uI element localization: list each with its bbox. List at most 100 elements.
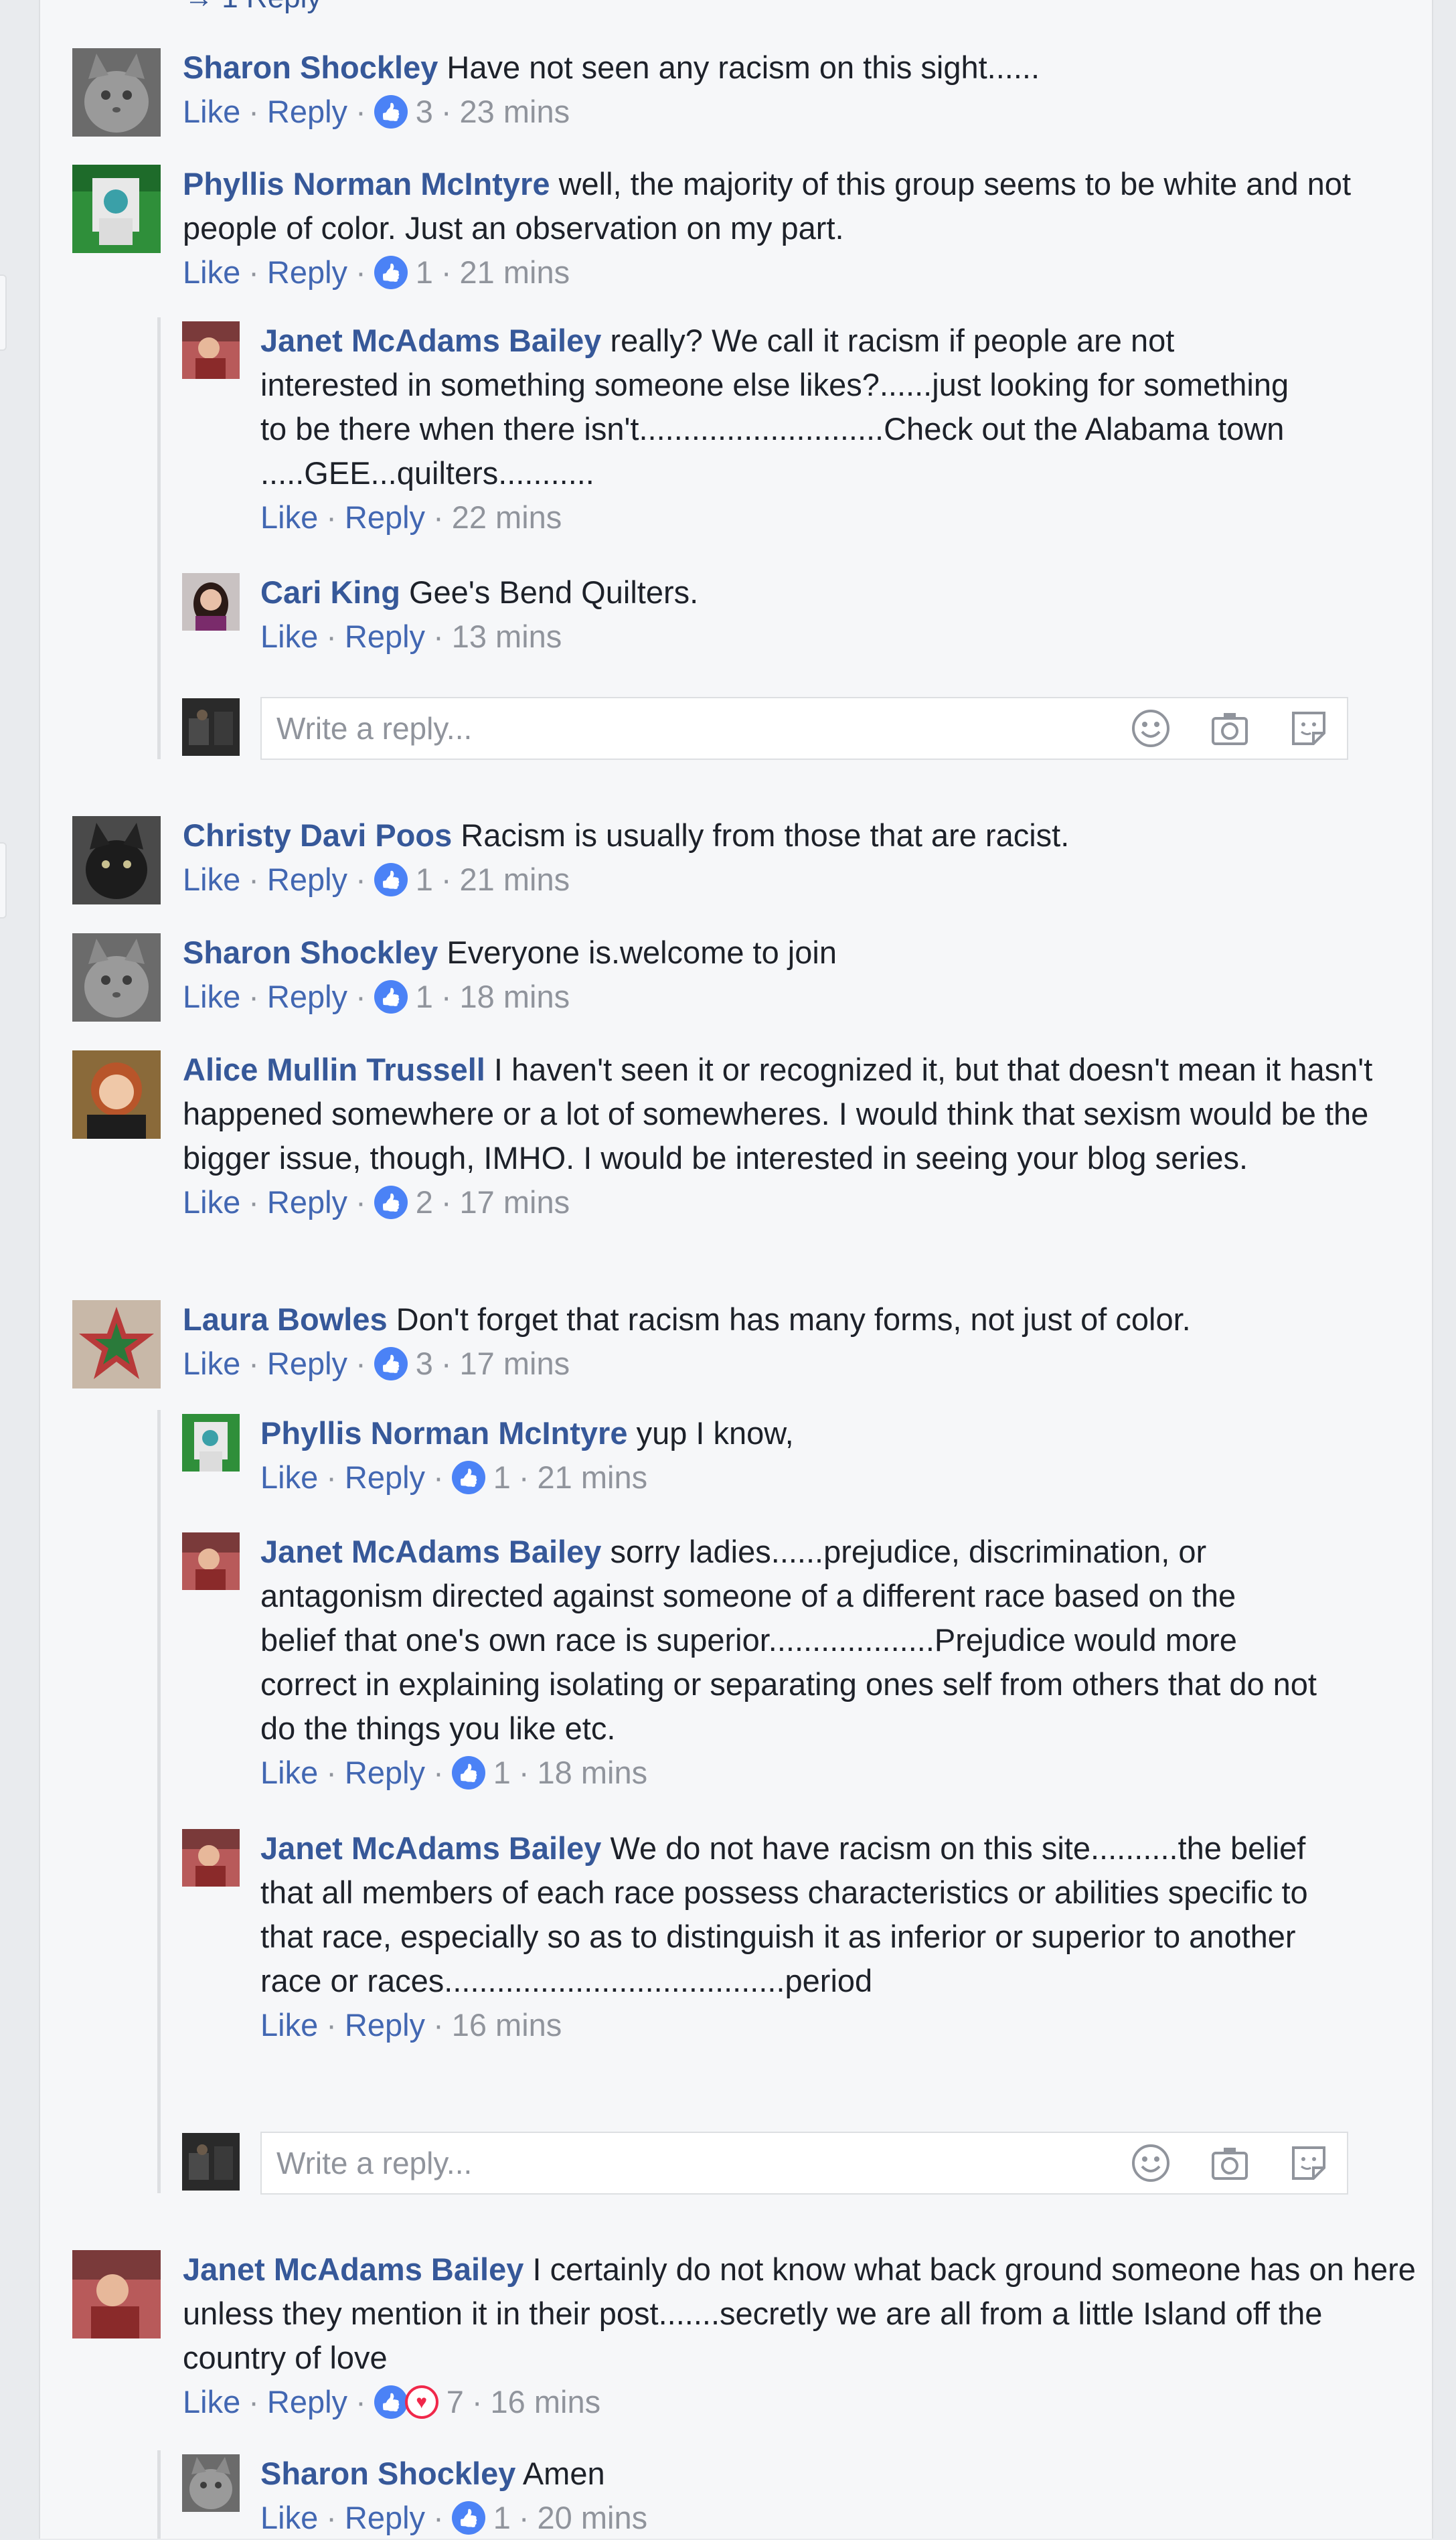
reply-link[interactable]: Reply (345, 1751, 425, 1795)
timestamp[interactable]: 22 mins (452, 495, 562, 540)
like-reaction-icon[interactable] (374, 95, 408, 129)
sticker-icon[interactable] (1285, 705, 1332, 752)
camera-icon[interactable] (1206, 705, 1253, 752)
avatar[interactable] (182, 1414, 240, 1472)
author-name[interactable]: Phyllis Norman McIntyre (260, 1415, 628, 1451)
avatar[interactable] (182, 1532, 240, 1590)
reply-input[interactable]: Write a reply... (260, 2132, 1348, 2195)
reaction-count[interactable]: 1 (416, 858, 433, 902)
reaction-count[interactable]: 1 (493, 1455, 511, 1500)
author-name[interactable]: Phyllis Norman McIntyre (183, 166, 550, 202)
reply-link[interactable]: Reply (267, 1180, 347, 1224)
like-reaction-icon[interactable] (374, 2385, 408, 2419)
reply-link[interactable]: Reply (267, 1342, 347, 1386)
avatar[interactable] (72, 933, 161, 1022)
author-name[interactable]: Sharon Shockley (260, 2456, 515, 2491)
like-link[interactable]: Like (260, 2496, 318, 2540)
avatar[interactable] (182, 321, 240, 379)
author-name[interactable]: Sharon Shockley (183, 935, 438, 970)
reply-link[interactable]: Reply (267, 858, 347, 902)
timestamp[interactable]: 16 mins (491, 2380, 601, 2424)
like-reaction-icon[interactable] (374, 256, 408, 289)
like-link[interactable]: Like (183, 250, 240, 295)
reply-link[interactable]: Reply (267, 250, 347, 295)
reaction-count[interactable]: 1 (493, 1751, 511, 1795)
avatar[interactable] (72, 165, 161, 253)
like-reaction-icon[interactable] (374, 863, 408, 896)
avatar[interactable] (72, 816, 161, 904)
timestamp[interactable]: 17 mins (460, 1342, 570, 1386)
timestamp[interactable]: 20 mins (538, 2496, 648, 2540)
sticker-icon[interactable] (1285, 2140, 1332, 2187)
author-name[interactable]: Laura Bowles (183, 1301, 388, 1337)
reaction-count[interactable]: 1 (416, 975, 433, 1019)
like-link[interactable]: Like (183, 1180, 240, 1224)
reply-link[interactable]: Reply (267, 2380, 347, 2424)
like-link[interactable]: Like (183, 858, 240, 902)
reaction-count[interactable]: 3 (416, 1342, 433, 1386)
like-reaction-icon[interactable] (374, 1186, 408, 1219)
love-reaction-icon[interactable] (404, 2385, 438, 2419)
reply-link[interactable]: Reply (345, 495, 425, 540)
avatar[interactable] (182, 1829, 240, 1887)
author-name[interactable]: Christy Davi Poos (183, 817, 452, 853)
like-link[interactable]: Like (260, 2003, 318, 2047)
camera-icon[interactable] (1206, 2140, 1253, 2187)
reaction-count[interactable]: 3 (416, 90, 433, 134)
like-reaction-icon[interactable] (374, 980, 408, 1014)
timestamp[interactable]: 18 mins (460, 975, 570, 1019)
reaction-count[interactable]: 1 (493, 2496, 511, 2540)
like-link[interactable]: Like (260, 1751, 318, 1795)
avatar[interactable] (182, 573, 240, 631)
timestamp[interactable]: 13 mins (452, 615, 562, 659)
like-reaction-icon[interactable] (451, 1461, 485, 1494)
emoji-icon[interactable] (1127, 2140, 1174, 2187)
author-name[interactable]: Sharon Shockley (183, 50, 438, 85)
comment-actions: Like · Reply · 22 mins (260, 495, 1318, 540)
author-name[interactable]: Cari King (260, 574, 400, 610)
like-link[interactable]: Like (260, 495, 318, 540)
avatar[interactable] (72, 48, 161, 137)
avatar[interactable] (72, 1300, 161, 1388)
avatar[interactable] (72, 1050, 161, 1139)
like-reaction-icon[interactable] (374, 1347, 408, 1380)
avatar[interactable] (72, 2250, 161, 2338)
comment-body: Alice Mullin Trussell I haven't seen it … (183, 1048, 1428, 1224)
reply-link[interactable]: Reply (345, 615, 425, 659)
author-name[interactable]: Janet McAdams Bailey (260, 1830, 601, 1866)
timestamp[interactable]: 16 mins (452, 2003, 562, 2047)
reply-link[interactable]: Reply (345, 1455, 425, 1500)
like-link[interactable]: Like (183, 2380, 240, 2424)
reply-link[interactable]: Reply (267, 90, 347, 134)
comment-body: Laura Bowles Don't forget that racism ha… (183, 1297, 1428, 1386)
like-link[interactable]: Like (183, 90, 240, 134)
reply-link[interactable]: Reply (345, 2003, 425, 2047)
timestamp[interactable]: 21 mins (538, 1455, 648, 1500)
timestamp[interactable]: 18 mins (538, 1751, 648, 1795)
like-link[interactable]: Like (183, 1342, 240, 1386)
reply-link[interactable]: Reply (345, 2496, 425, 2540)
author-name[interactable]: Janet McAdams Bailey (183, 2251, 523, 2287)
timestamp[interactable]: 21 mins (460, 250, 570, 295)
like-link[interactable]: Like (260, 1455, 318, 1500)
avatar[interactable] (182, 2454, 240, 2512)
like-link[interactable]: Like (183, 975, 240, 1019)
emoji-icon[interactable] (1127, 705, 1174, 752)
author-name[interactable]: Janet McAdams Bailey (260, 1534, 601, 1569)
reaction-count[interactable]: 7 (447, 2380, 464, 2424)
comment-body: Phyllis Norman McIntyre yup I know, Like… (260, 1411, 1318, 1500)
separator: · (326, 2007, 337, 2043)
reaction-count[interactable]: 2 (416, 1180, 433, 1224)
collapsed-replies-link[interactable]: → 1 Reply (184, 0, 321, 15)
like-reaction-icon[interactable] (451, 2501, 485, 2535)
author-name[interactable]: Janet McAdams Bailey (260, 323, 601, 358)
reply-input[interactable]: Write a reply... (260, 697, 1348, 760)
like-reaction-icon[interactable] (451, 1756, 485, 1790)
reaction-count[interactable]: 1 (416, 250, 433, 295)
timestamp[interactable]: 21 mins (460, 858, 570, 902)
reply-link[interactable]: Reply (267, 975, 347, 1019)
timestamp[interactable]: 17 mins (460, 1180, 570, 1224)
author-name[interactable]: Alice Mullin Trussell (183, 1052, 485, 1087)
timestamp[interactable]: 23 mins (460, 90, 570, 134)
like-link[interactable]: Like (260, 615, 318, 659)
